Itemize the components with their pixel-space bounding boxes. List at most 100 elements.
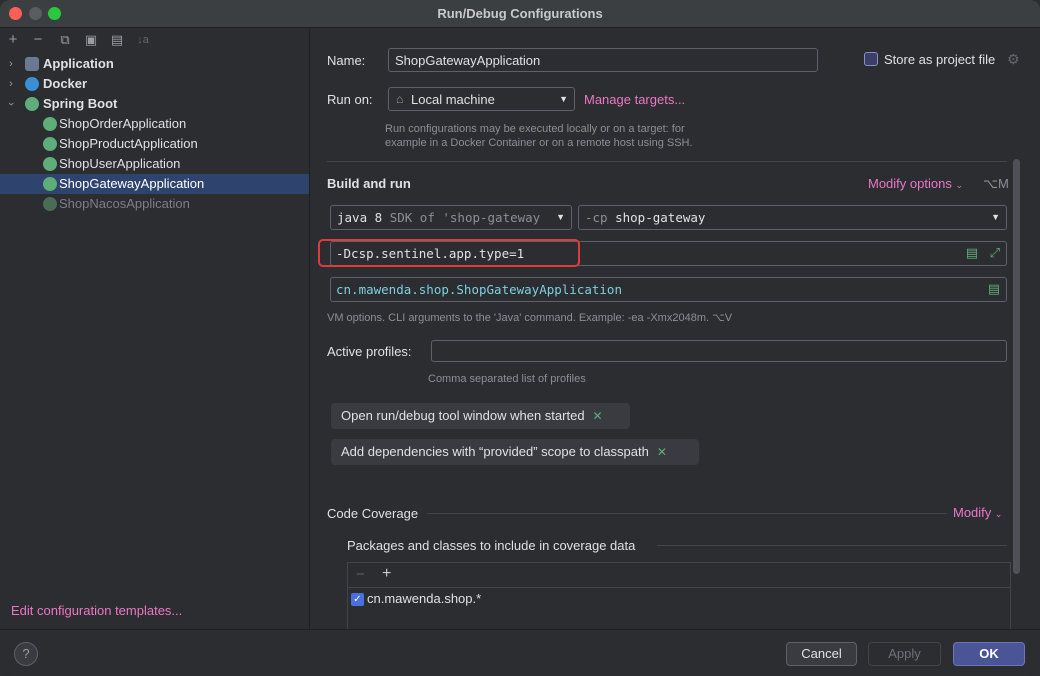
classpath-module: shop-gateway: [615, 210, 706, 225]
modify-options-shortcut: ⌥M: [983, 176, 1009, 191]
chevron-down-icon: ⌄: [994, 509, 1003, 519]
chevron-down-icon: ▼: [556, 212, 565, 222]
copy-icon[interactable]: ⧉: [57, 32, 73, 48]
coverage-modify-link[interactable]: Modify ⌄: [953, 505, 1002, 520]
move-to-folder-icon[interactable]: ▤: [109, 32, 125, 48]
tree-item-shop-gateway[interactable]: ShopGatewayApplication: [0, 174, 309, 194]
help-button[interactable]: ?: [14, 642, 38, 666]
active-profiles-label: Active profiles:: [327, 344, 412, 359]
option-pill-open-tool-window[interactable]: Open run/debug tool window when started ✕: [331, 403, 630, 429]
spring-boot-icon: [43, 197, 57, 211]
spring-boot-icon: [43, 157, 57, 171]
tree-group-label: Spring Boot: [43, 96, 118, 111]
cancel-button[interactable]: Cancel: [786, 642, 857, 666]
remove-icon[interactable]: −: [30, 32, 46, 48]
name-field-value: ShopGatewayApplication: [395, 53, 541, 68]
spring-boot-icon: [43, 137, 57, 151]
configurations-sidebar: + − ⧉ ▣ ▤ ↓a › Application › Docker › Sp…: [0, 29, 310, 629]
chevron-right-icon[interactable]: ›: [6, 54, 16, 74]
docker-icon: [25, 77, 39, 91]
run-on-label: Run on:: [327, 92, 373, 107]
expand-icon[interactable]: ⤢: [990, 245, 1000, 261]
scrollbar[interactable]: [1013, 159, 1020, 574]
tree-item-label: ShopUserApplication: [59, 156, 181, 171]
jdk-dropdown[interactable]: java 8 SDK of 'shop-gateway ▼: [330, 205, 572, 230]
name-label: Name:: [327, 53, 366, 68]
code-coverage-title: Code Coverage: [327, 506, 419, 521]
active-profiles-hint: Comma separated list of profiles: [428, 373, 586, 385]
coverage-modify-label: Modify: [953, 505, 992, 520]
gear-icon[interactable]: ⚙: [1007, 51, 1020, 68]
tree-item-shop-product[interactable]: ShopProductApplication: [0, 134, 309, 154]
home-icon: ⌂: [396, 92, 404, 106]
edit-templates-link[interactable]: Edit configuration templates...: [11, 603, 182, 618]
highlight-box: [318, 239, 580, 267]
tree-item-shop-order[interactable]: ShopOrderApplication: [0, 114, 309, 134]
tree-item-shop-user[interactable]: ShopUserApplication: [0, 154, 309, 174]
chevron-down-icon: ▼: [991, 212, 1000, 222]
classpath-prefix: -cp: [585, 210, 608, 225]
jdk-hint: SDK of 'shop-gateway: [389, 210, 541, 225]
sort-icon[interactable]: ↓a: [135, 32, 151, 48]
store-as-project-file-label: Store as project file: [884, 52, 996, 67]
name-field[interactable]: ShopGatewayApplication: [388, 48, 818, 72]
apply-button[interactable]: Apply: [868, 642, 941, 666]
browse-icon[interactable]: ▤: [988, 281, 1000, 297]
main-class-field[interactable]: cn.mawenda.shop.ShopGatewayApplication ▤: [330, 277, 1007, 302]
section-divider: [427, 513, 947, 514]
tree-item-label: ShopGatewayApplication: [59, 176, 205, 191]
tree-group-label: Docker: [43, 76, 88, 91]
chevron-down-icon[interactable]: ›: [1, 99, 21, 109]
chevron-right-icon[interactable]: ›: [6, 74, 16, 94]
dialog-footer: ? Cancel Apply OK: [0, 629, 1040, 676]
add-package-icon[interactable]: +: [382, 565, 391, 583]
store-as-project-file-checkbox[interactable]: [864, 52, 878, 66]
option-pill-provided-scope[interactable]: Add dependencies with “provided” scope t…: [331, 439, 699, 465]
tree-group-spring-boot[interactable]: › Spring Boot: [0, 94, 309, 114]
window-title: Run/Debug Configurations: [437, 6, 603, 21]
tree-item-label: ShopProductApplication: [59, 136, 198, 151]
modify-options-link[interactable]: Modify options ⌄: [868, 176, 963, 191]
sidebar-toolbar: + − ⧉ ▣ ▤ ↓a: [0, 29, 310, 53]
run-on-dropdown[interactable]: ⌂ Local machine ▼: [388, 87, 575, 111]
manage-targets-link[interactable]: Manage targets...: [584, 92, 685, 107]
document-icon[interactable]: ▤: [966, 245, 978, 261]
spring-boot-icon: [43, 177, 57, 191]
package-entry: cn.mawenda.shop.*: [367, 591, 482, 606]
save-icon[interactable]: ▣: [83, 32, 99, 48]
remove-option-icon[interactable]: ✕: [593, 409, 603, 423]
package-checkbox[interactable]: ✓: [351, 593, 364, 606]
remove-package-icon[interactable]: −: [356, 566, 365, 583]
application-icon: [25, 57, 39, 71]
section-divider: [657, 545, 1007, 546]
run-on-hint-line-1: Run configurations may be executed local…: [385, 123, 685, 135]
jdk-value: java 8 SDK of 'shop-gateway: [337, 210, 552, 225]
active-profiles-field[interactable]: [431, 340, 1007, 362]
tree-item-shop-nacos[interactable]: ShopNacosApplication: [0, 194, 309, 214]
classpath-module-dropdown[interactable]: -cp shop-gateway ▼: [578, 205, 1007, 230]
vm-options-hint: VM options. CLI arguments to the 'Java' …: [327, 312, 733, 324]
run-on-value: Local machine: [411, 92, 495, 107]
option-pill-label: Add dependencies with “provided” scope t…: [341, 444, 649, 459]
tree-item-label: ShopNacosApplication: [59, 196, 190, 211]
package-row[interactable]: ✓ cn.mawenda.shop.*: [348, 589, 1010, 609]
spring-boot-icon: [43, 117, 57, 131]
tree-group-label: Application: [43, 56, 114, 71]
chevron-down-icon: ▼: [559, 94, 568, 104]
classpath-value: -cp shop-gateway: [585, 210, 705, 225]
configuration-editor: Name: ShopGatewayApplication Store as pr…: [311, 29, 1040, 629]
remove-option-icon[interactable]: ✕: [657, 445, 667, 459]
chevron-down-icon: ⌄: [955, 180, 963, 190]
run-on-hint-line-2: example in a Docker Container or on a re…: [385, 137, 693, 149]
add-icon[interactable]: +: [5, 32, 21, 48]
option-pill-label: Open run/debug tool window when started: [341, 408, 585, 423]
build-and-run-title: Build and run: [327, 176, 411, 191]
section-divider: [327, 161, 1007, 162]
ok-button[interactable]: OK: [953, 642, 1025, 666]
tree-item-label: ShopOrderApplication: [59, 116, 187, 131]
tree-group-docker[interactable]: › Docker: [0, 74, 309, 94]
packages-toolbar: − +: [348, 563, 1010, 588]
tree-group-application[interactable]: › Application: [0, 54, 309, 74]
packages-table: − + ✓ cn.mawenda.shop.*: [347, 562, 1011, 629]
run-debug-dialog: Run/Debug Configurations + − ⧉ ▣ ▤ ↓a › …: [0, 0, 1040, 676]
